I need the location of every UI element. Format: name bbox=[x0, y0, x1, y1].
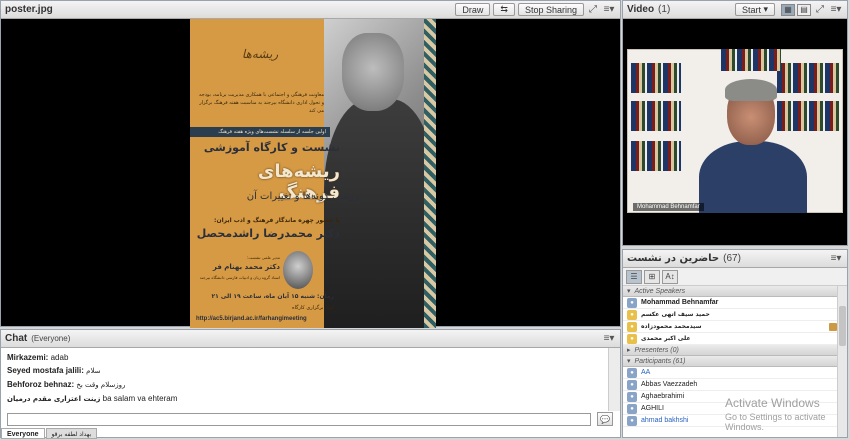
video-count: (1) bbox=[658, 4, 671, 15]
list-item[interactable]: ● Abbas Vaezzadeh bbox=[623, 379, 847, 391]
user-icon: ● bbox=[627, 415, 637, 426]
list-item[interactable]: ● Aghaebrahimi bbox=[623, 391, 847, 403]
user-icon: ● bbox=[627, 403, 637, 414]
attendees-toolbar: ☰ ⊞ A↕ bbox=[623, 268, 847, 286]
start-webcam-button[interactable]: Start ▾ bbox=[734, 3, 775, 16]
share-pod-header: poster.jpg Draw ⇆ Stop Sharing ⤢ ≡▾ bbox=[1, 1, 620, 19]
fullscreen-icon[interactable]: ⤢ bbox=[813, 3, 827, 16]
poster-time: زمان: شنبه ۱۵ آبان ماه، ساعت ۱۹ الی ۲۱ bbox=[211, 293, 334, 300]
list-item[interactable]: ● AA bbox=[623, 367, 847, 379]
filmstrip-icon[interactable]: ▤ bbox=[797, 3, 811, 16]
stop-sharing-button[interactable]: Stop Sharing bbox=[517, 3, 584, 16]
user-icon: ● bbox=[627, 367, 637, 378]
sync-button[interactable]: ⇆ bbox=[493, 3, 515, 16]
share-pod-title: poster.jpg bbox=[5, 4, 53, 15]
chat-pod-header: Chat (Everyone) ≡▾ bbox=[1, 330, 620, 348]
attendees-pod-header: حاضرین در نشست (67) ≡▾ bbox=[623, 250, 847, 268]
chat-message: Mirkazemi: adab bbox=[7, 353, 69, 362]
poster-place: لینک برگزاری کارگاه bbox=[291, 305, 334, 311]
poster-url: http://ac5.birjand.ac.ir/farhangimeeting bbox=[196, 316, 307, 322]
breakout-view-icon[interactable]: ⊞ bbox=[644, 269, 660, 284]
poster-guest-name: دکتر محمدرضا راشدمحصل bbox=[196, 227, 340, 240]
chat-message: زینت اعتزاری مقدم درمیان ba salam va eht… bbox=[7, 394, 178, 403]
speaker-name-tag: Mohammad Behnamfar bbox=[633, 203, 704, 211]
chat-bubble-icon: 💬 bbox=[600, 414, 610, 424]
poster-moderator-photo bbox=[283, 251, 313, 289]
speaker-icon: ● bbox=[627, 309, 637, 320]
video-stage: Mohammad Behnamfar bbox=[623, 19, 847, 245]
poster-band: اولین جلسه از سلسله نشست‌های ویژه هفته ف… bbox=[190, 127, 330, 137]
pod-menu-icon[interactable]: ≡▾ bbox=[829, 252, 843, 265]
attendees-pod-title: حاضرین در نشست bbox=[627, 253, 720, 264]
chat-message: Behforoz behnaz: روزسلام وقت بخ bbox=[7, 380, 126, 389]
video-pod-header: Video (1) Start ▾ ▦ ▤ ⤢ ≡▾ bbox=[623, 1, 847, 19]
list-item[interactable]: ● AGHILI bbox=[623, 403, 847, 415]
share-pod: poster.jpg Draw ⇆ Stop Sharing ⤢ ≡▾ ریشه… bbox=[0, 0, 621, 328]
list-item[interactable]: ● علی اکبر محمدی bbox=[623, 333, 847, 345]
speaker-icon: ● bbox=[627, 333, 637, 344]
sort-icon[interactable]: A↕ bbox=[662, 269, 678, 284]
poster-intro: معاونت فرهنگی و اجتماعی با همکاری مدیریت… bbox=[198, 92, 324, 114]
webcam-feed: Mohammad Behnamfar bbox=[627, 49, 843, 213]
share-stage: ریشه‌ها معاونت فرهنگی و اجتماعی با همکار… bbox=[1, 19, 620, 328]
active-speakers-group[interactable]: ▾ Active Speakers bbox=[623, 286, 847, 297]
pod-menu-icon[interactable]: ≡▾ bbox=[602, 3, 616, 16]
presenters-group[interactable]: ▸ Presenters (0) bbox=[623, 345, 847, 356]
list-item[interactable]: ● سیدمحمد محمودزاده bbox=[623, 321, 847, 333]
attendees-pod: حاضرین در نشست (67) ≡▾ ☰ ⊞ A↕ ▾ Active S… bbox=[622, 249, 848, 438]
user-icon: ● bbox=[627, 297, 637, 308]
collapse-triangle-icon: ▾ bbox=[627, 288, 631, 295]
poster-moderator-desc: استاد گروه زبان و ادبیات فارسی دانشگاه ب… bbox=[199, 275, 280, 280]
chat-pod-title: Chat bbox=[5, 333, 28, 344]
tab-private-chat[interactable]: بهداد لطفه برقو bbox=[45, 428, 98, 439]
chat-scope: (Everyone) bbox=[31, 334, 71, 343]
poster-logo: ریشه‌ها bbox=[241, 47, 279, 61]
user-icon: ● bbox=[627, 379, 637, 390]
chat-scrollbar[interactable] bbox=[608, 348, 620, 411]
video-pod: Video (1) Start ▾ ▦ ▤ ⤢ ≡▾ Mohammad Behn… bbox=[622, 0, 848, 246]
video-pod-title: Video bbox=[627, 4, 655, 15]
poster-title-line3: بررسی گونه‌ها و تغییرات آن bbox=[246, 191, 362, 202]
list-view-icon[interactable]: ☰ bbox=[626, 269, 642, 284]
list-item[interactable]: ● Mohammad Behnamfar bbox=[623, 297, 847, 309]
chat-tabs: Everyone بهداد لطفه برقو bbox=[1, 428, 98, 439]
chat-messages: Mirkazemi: adab Seyed mostafa jalili: سل… bbox=[1, 348, 608, 411]
poster-moderator-name: دکتر محمد بهنام فر bbox=[212, 263, 280, 271]
chat-message: Seyed mostafa jalili: سلام bbox=[7, 366, 101, 375]
speaker-icon: ● bbox=[627, 321, 637, 332]
poster-moderator-label: مدیر علمی نشست: bbox=[247, 255, 280, 260]
pod-menu-icon[interactable]: ≡▾ bbox=[602, 332, 616, 345]
speaker-video bbox=[699, 79, 807, 213]
poster-image: ریشه‌ها معاونت فرهنگی و اجتماعی با همکار… bbox=[190, 19, 436, 328]
grid-view-icon[interactable]: ▦ bbox=[781, 3, 795, 16]
list-item[interactable]: ● ahmad bakhshi bbox=[623, 415, 847, 427]
tab-everyone[interactable]: Everyone bbox=[1, 428, 45, 439]
draw-button[interactable]: Draw bbox=[455, 3, 491, 16]
expand-triangle-icon: ▸ bbox=[627, 347, 631, 354]
video-layout-icons: ▦ ▤ bbox=[779, 3, 811, 16]
collapse-triangle-icon: ▾ bbox=[627, 358, 631, 365]
chat-pod: Chat (Everyone) ≡▾ Mirkazemi: adab Seyed… bbox=[0, 329, 621, 439]
poster-title-line1: نشست و کارگاه آموزشی bbox=[203, 141, 340, 154]
chat-input[interactable] bbox=[7, 413, 591, 426]
user-icon: ● bbox=[627, 391, 637, 402]
microphone-icon bbox=[829, 322, 837, 331]
attendees-count: (67) bbox=[723, 253, 741, 264]
poster-guest-intro: با حضور چهره ماندگار فرهنگ و ادب ایران: bbox=[214, 217, 340, 224]
participants-group[interactable]: ▾ Participants (61) bbox=[623, 356, 847, 367]
list-item[interactable]: ● حمید سیف اتهی عکسم bbox=[623, 309, 847, 321]
poster-border-pattern bbox=[424, 19, 436, 328]
pod-menu-icon[interactable]: ≡▾ bbox=[829, 3, 843, 16]
attendees-scrollbar[interactable] bbox=[837, 286, 847, 437]
fullscreen-icon[interactable]: ⤢ bbox=[586, 3, 600, 16]
poster-portrait bbox=[324, 19, 436, 328]
send-message-button[interactable]: 💬 bbox=[597, 412, 613, 426]
